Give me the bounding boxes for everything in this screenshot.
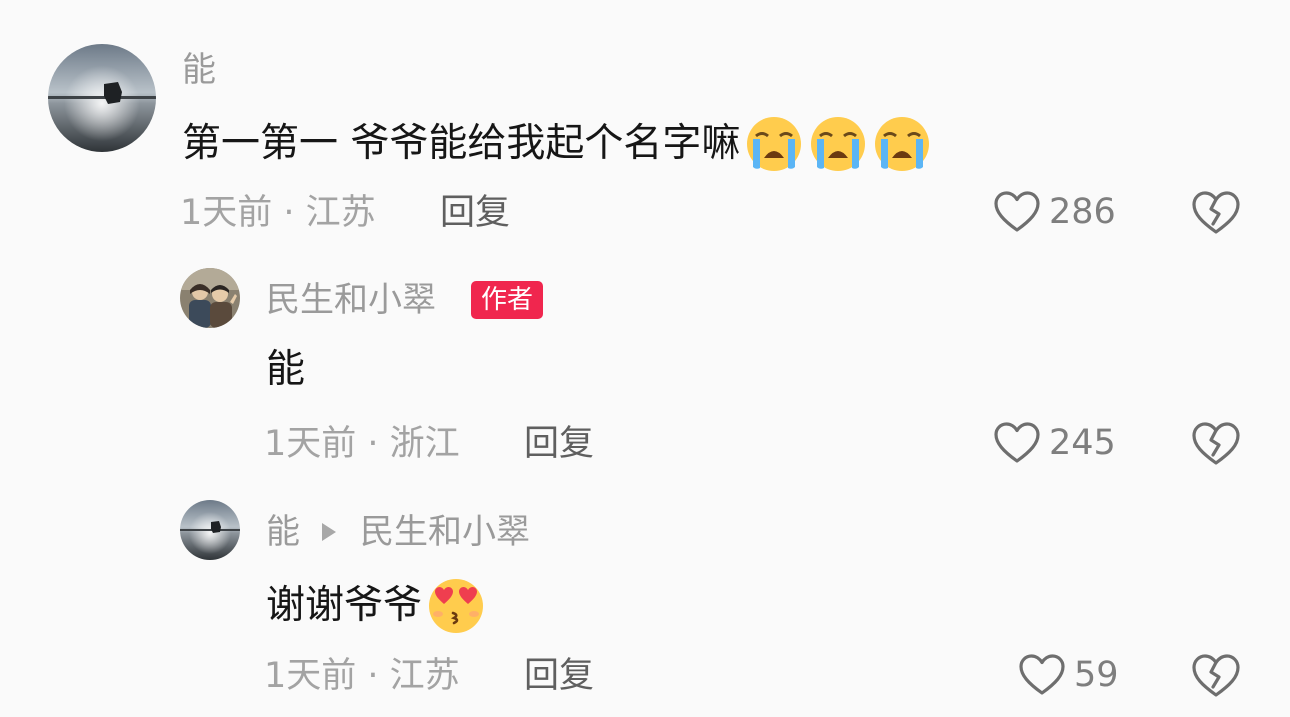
comment-username[interactable]: 能	[182, 50, 216, 90]
crying-face-icon	[744, 114, 804, 174]
comment-time: 1天前	[264, 656, 357, 696]
broken-heart-icon	[1192, 191, 1240, 234]
dislike-button[interactable]	[1191, 190, 1241, 236]
like-count: 59	[1074, 655, 1119, 695]
like-button[interactable]: 245	[993, 421, 1116, 465]
reply-button[interactable]: 回复	[524, 655, 594, 697]
comment-text-body: 第一第一 爷爷能给我起个名字嘛	[182, 121, 741, 166]
broken-heart-icon	[1192, 422, 1240, 465]
comment-time: 1天前	[264, 424, 357, 464]
crying-face-icon	[872, 114, 932, 174]
comment-text-body: 能	[266, 347, 306, 392]
comment-location: · 浙江	[367, 424, 460, 464]
comment-thread: 能 第一第一 爷爷能给我起个名字嘛 1天前 · 江苏 回复 286 民生和小翠 …	[0, 0, 1290, 717]
comment-text-body: 谢谢爷爷	[266, 583, 423, 628]
dislike-button[interactable]	[1191, 653, 1241, 699]
crying-face-icon	[808, 114, 868, 174]
comment-username[interactable]: 民生和小翠	[266, 280, 436, 320]
reply-to-username[interactable]: 民生和小翠	[360, 512, 530, 552]
comment-meta: 1天前 · 江苏	[264, 655, 460, 697]
comment-time: 1天前	[180, 193, 273, 233]
comment-meta: 1天前 · 浙江	[264, 423, 460, 465]
avatar[interactable]	[180, 268, 240, 328]
comment-location: · 江苏	[283, 193, 376, 233]
comment-text: 第一第一 爷爷能给我起个名字嘛	[182, 114, 932, 174]
like-button[interactable]: 59	[1018, 653, 1119, 697]
comment-text: 谢谢爷爷	[266, 576, 486, 636]
heart-outline-icon	[994, 191, 1040, 232]
like-button[interactable]: 286	[993, 190, 1116, 234]
avatar[interactable]	[48, 44, 156, 152]
broken-heart-icon	[1192, 654, 1240, 697]
dislike-button[interactable]	[1191, 421, 1241, 467]
heart-outline-icon	[994, 422, 1040, 463]
heart-outline-icon	[1019, 654, 1065, 695]
comment-username[interactable]: 能	[266, 512, 300, 552]
comment-text: 能	[266, 346, 305, 394]
heart-eyes-kiss-face-icon	[426, 576, 486, 636]
comment-meta: 1天前 · 江苏	[180, 192, 376, 234]
comment-location: · 江苏	[367, 656, 460, 696]
avatar[interactable]	[180, 500, 240, 560]
reply-button[interactable]: 回复	[440, 192, 510, 234]
like-count: 286	[1049, 192, 1116, 232]
like-count: 245	[1049, 423, 1116, 463]
author-badge: 作者	[471, 281, 544, 319]
reply-arrow-icon	[322, 523, 336, 541]
reply-button[interactable]: 回复	[524, 423, 594, 465]
